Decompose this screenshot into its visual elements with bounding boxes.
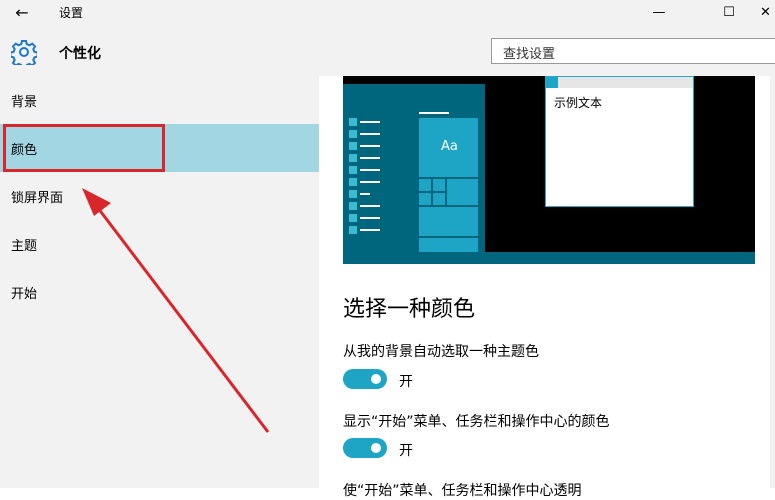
scrollbar-track[interactable] [770, 76, 775, 488]
sidebar-item-background[interactable]: 背景 [0, 76, 319, 124]
sidebar-item-label: 背景 [11, 95, 38, 110]
preview-line [360, 133, 380, 135]
toggle-state-label: 开 [399, 443, 413, 459]
sidebar-item-start[interactable]: 开始 [0, 268, 319, 316]
toggle-knob [371, 374, 381, 384]
setting-label-show-color: 显示“开始”菜单、任务栏和操作中心的颜色 [343, 414, 610, 430]
preview-tile-text: Aa [441, 139, 458, 154]
setting-label-transparency: 使“开始”菜单、任务栏和操作中心透明 [343, 483, 582, 499]
page-header: 个性化 查找设置 [0, 28, 775, 76]
preview-tile [433, 179, 445, 191]
preview-tile [419, 179, 431, 191]
toggle-show-color[interactable] [343, 438, 387, 458]
sidebar-item-label: 主题 [11, 239, 38, 254]
preview-line [360, 217, 380, 219]
preview-sample-text: 示例文本 [554, 96, 603, 110]
toggle-auto-accent[interactable] [343, 369, 387, 389]
preview-line [360, 181, 380, 183]
preview-taskbar [343, 252, 755, 264]
search-placeholder: 查找设置 [503, 47, 556, 62]
preview-icon [349, 226, 357, 234]
sidebar-item-lock-screen[interactable]: 锁屏界面 [0, 172, 319, 220]
preview-window: 示例文本 [545, 76, 694, 207]
theme-preview: Aa 示例文本 [343, 76, 755, 264]
preview-icon [349, 166, 357, 174]
sidebar-item-label: 开始 [11, 287, 38, 302]
back-button[interactable]: ← [10, 3, 34, 23]
preview-window-titlebar [546, 77, 693, 88]
preview-icon [349, 214, 357, 222]
page-title: 个性化 [59, 46, 101, 62]
preview-line [360, 193, 370, 195]
window-title: 设置 [59, 6, 84, 20]
preview-icon [349, 154, 357, 162]
preview-icon [349, 118, 357, 126]
preview-line [360, 121, 380, 123]
preview-line [360, 205, 380, 207]
preview-tile [419, 193, 431, 205]
back-arrow-icon: ← [15, 3, 29, 22]
maximize-icon: ☐ [723, 5, 735, 20]
search-input[interactable]: 查找设置 [491, 38, 775, 64]
annotation-highlight-box [3, 124, 165, 172]
toggle-knob [371, 443, 381, 453]
preview-line [360, 229, 380, 231]
minimize-button[interactable]: — [636, 0, 682, 28]
close-icon: ✕ [760, 5, 771, 20]
preview-line [360, 157, 380, 159]
preview-icon [349, 142, 357, 150]
preview-tile [433, 193, 445, 205]
title-bar: ← 设置 — ☐ ✕ [0, 0, 775, 28]
section-heading: 选择一种颜色 [343, 297, 476, 322]
close-button[interactable]: ✕ [760, 0, 775, 28]
preview-line [360, 145, 380, 147]
preview-icon [349, 130, 357, 138]
sidebar-item-label: 锁屏界面 [11, 191, 64, 206]
preview-tile-wide [419, 207, 478, 236]
setting-label-auto-accent: 从我的背景自动选取一种主题色 [343, 344, 539, 360]
minimize-icon: — [652, 5, 666, 20]
maximize-button[interactable]: ☐ [706, 0, 752, 28]
sidebar-item-themes[interactable]: 主题 [0, 220, 319, 268]
preview-line [360, 169, 380, 171]
preview-icon [349, 202, 357, 210]
preview-icon [349, 190, 357, 198]
preview-start-menu [343, 84, 485, 252]
preview-window-accent [546, 77, 558, 88]
preview-icon [349, 178, 357, 186]
toggle-state-label: 开 [399, 374, 413, 390]
preview-line [419, 112, 449, 114]
preview-tile [447, 179, 478, 205]
gear-icon [11, 40, 37, 65]
preview-tile-wide [419, 238, 478, 252]
